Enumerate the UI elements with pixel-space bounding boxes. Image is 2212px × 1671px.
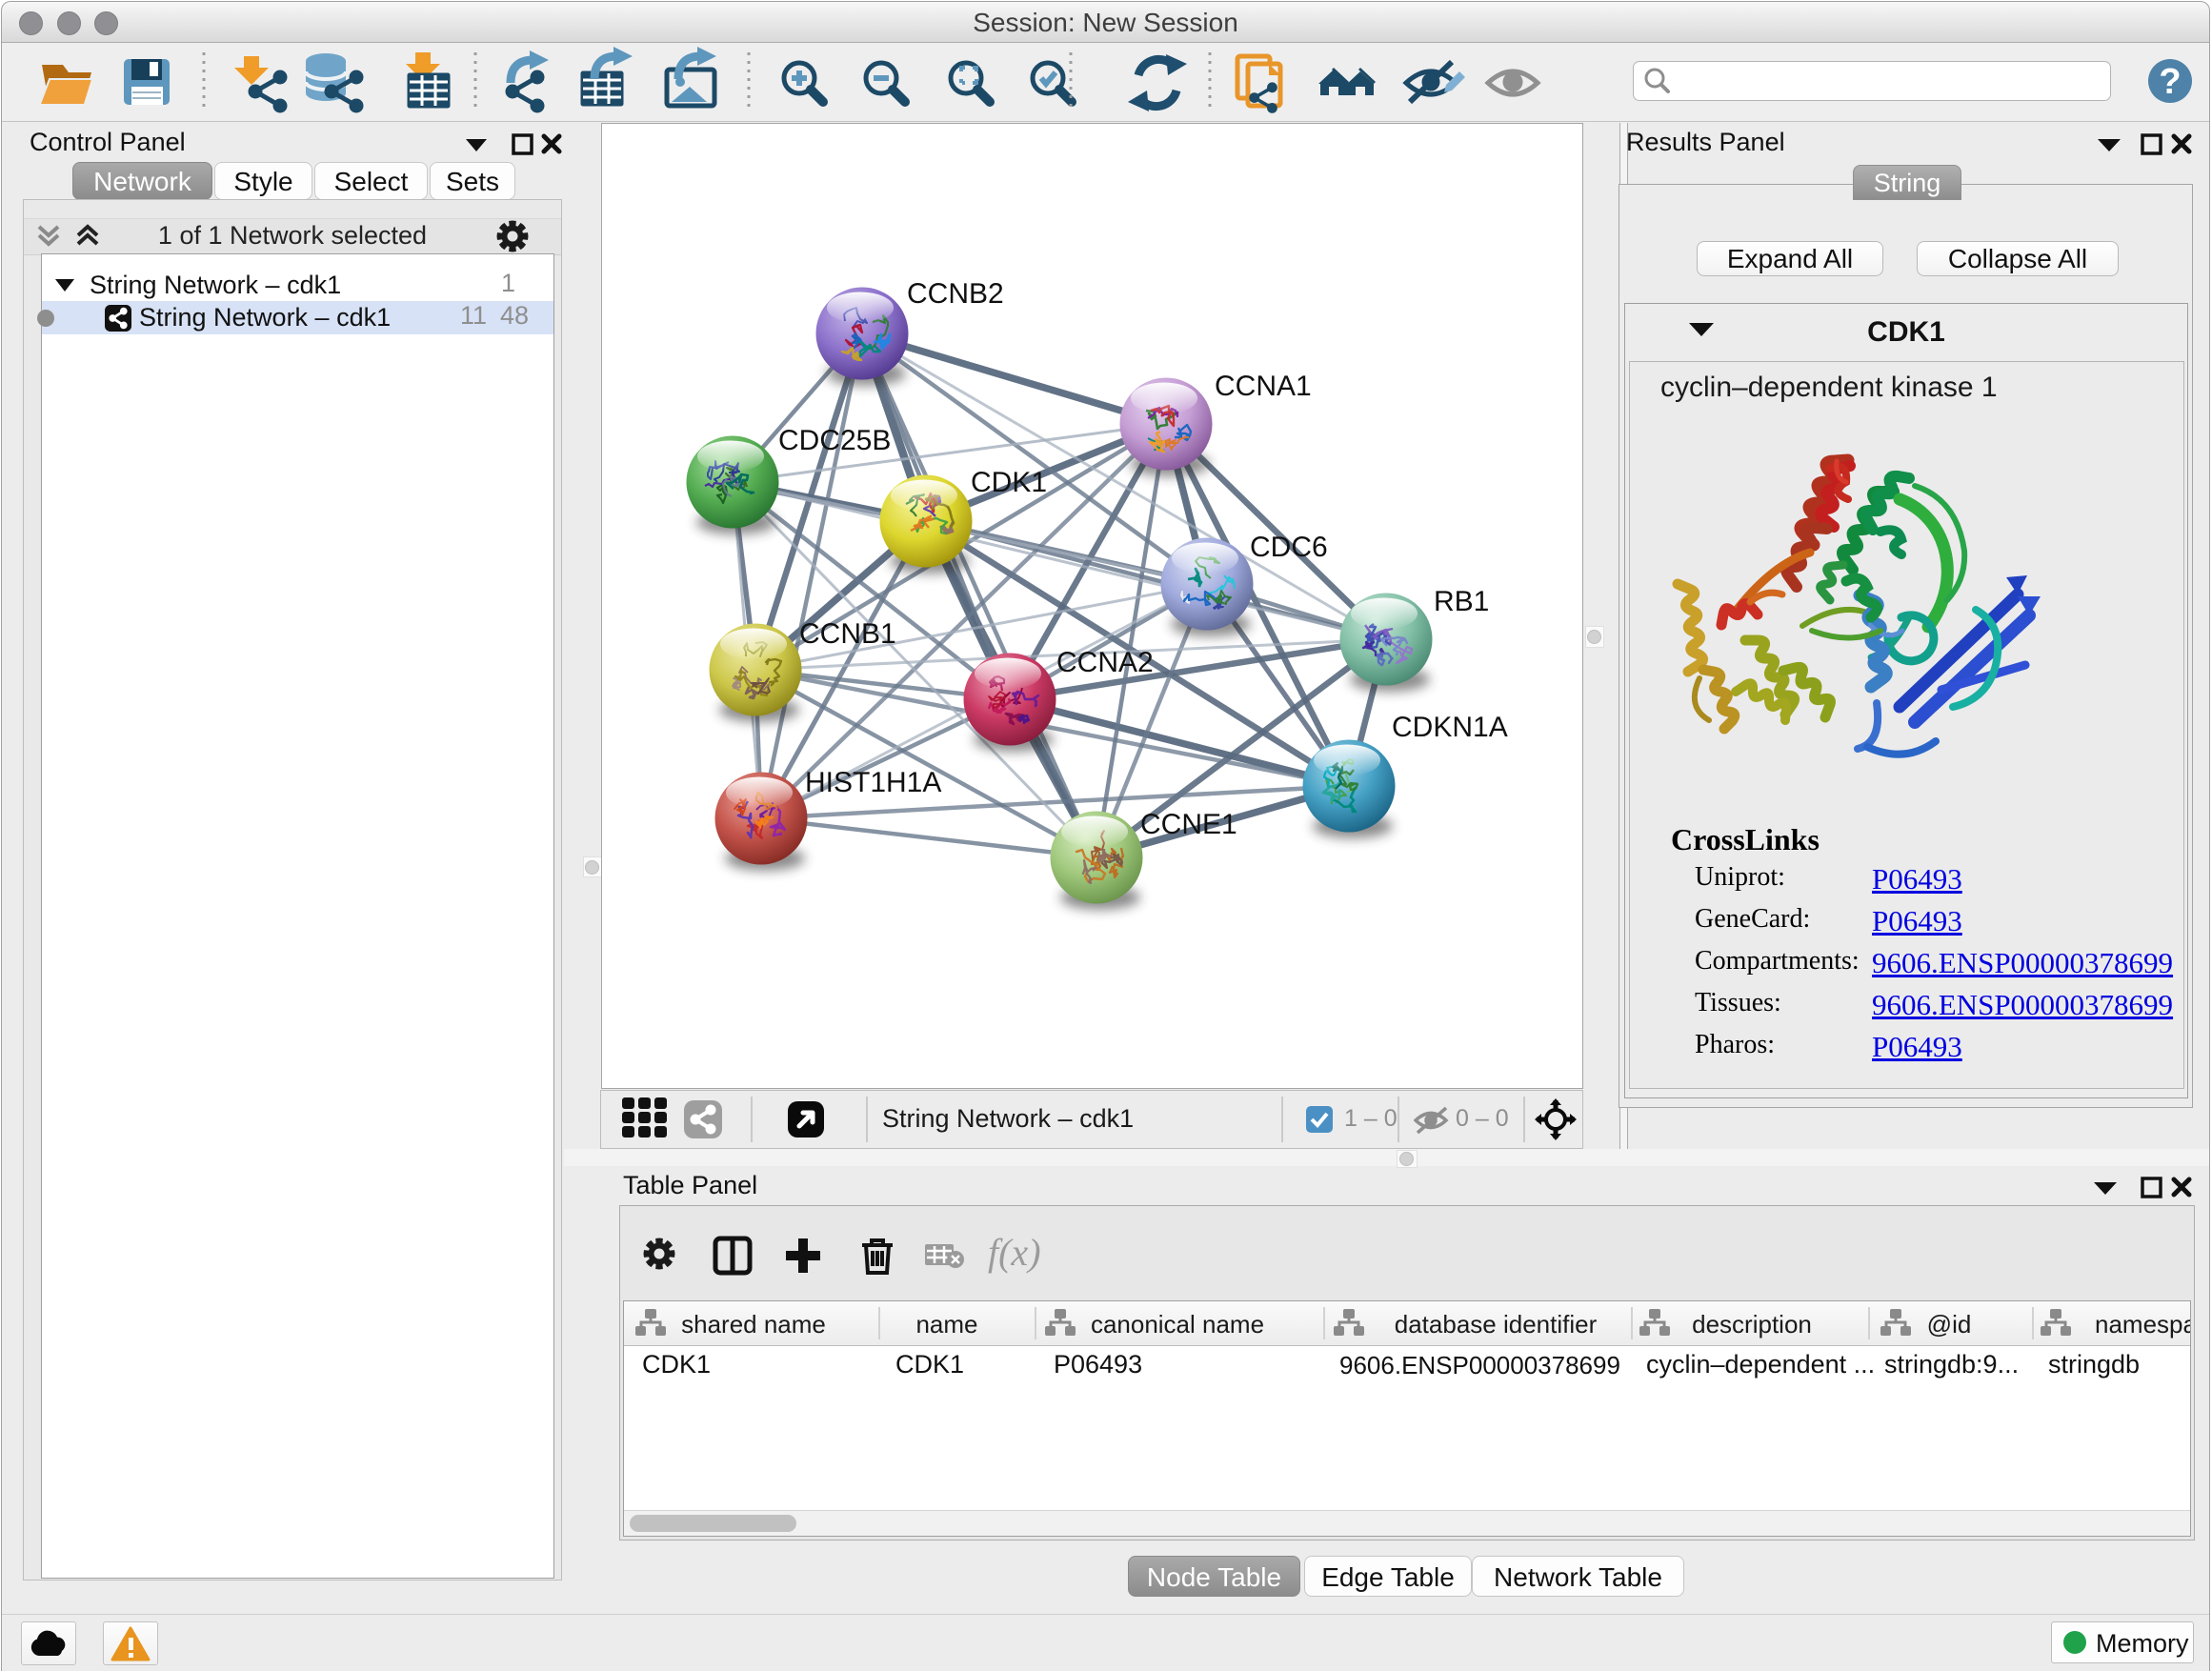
svg-text:description: description bbox=[1692, 1310, 1812, 1339]
svg-text:CDC6: CDC6 bbox=[1250, 532, 1328, 563]
svg-text:CCNA1: CCNA1 bbox=[1215, 371, 1312, 402]
svg-text:@id: @id bbox=[1927, 1310, 1972, 1339]
svg-text:?: ? bbox=[2159, 62, 2181, 102]
svg-text:CDC25B: CDC25B bbox=[778, 425, 891, 456]
svg-text:CCNB2: CCNB2 bbox=[907, 278, 1004, 310]
svg-text:shared name: shared name bbox=[681, 1310, 826, 1339]
svg-text:CDK1: CDK1 bbox=[971, 467, 1047, 498]
svg-text:canonical name: canonical name bbox=[1091, 1310, 1264, 1339]
svg-text:database identifier: database identifier bbox=[1395, 1310, 1598, 1339]
svg-text:namespac: namespac bbox=[2095, 1310, 2190, 1339]
svg-text:RB1: RB1 bbox=[1434, 586, 1489, 617]
svg-text:f(x): f(x) bbox=[988, 1235, 1041, 1274]
svg-text:name: name bbox=[915, 1310, 977, 1339]
svg-text:CCNE1: CCNE1 bbox=[1140, 809, 1237, 840]
svg-text:HIST1H1A: HIST1H1A bbox=[805, 767, 941, 798]
svg-text:CCNB1: CCNB1 bbox=[799, 618, 896, 650]
svg-text:CCNA2: CCNA2 bbox=[1056, 647, 1154, 678]
svg-text:CDKN1A: CDKN1A bbox=[1392, 712, 1508, 743]
